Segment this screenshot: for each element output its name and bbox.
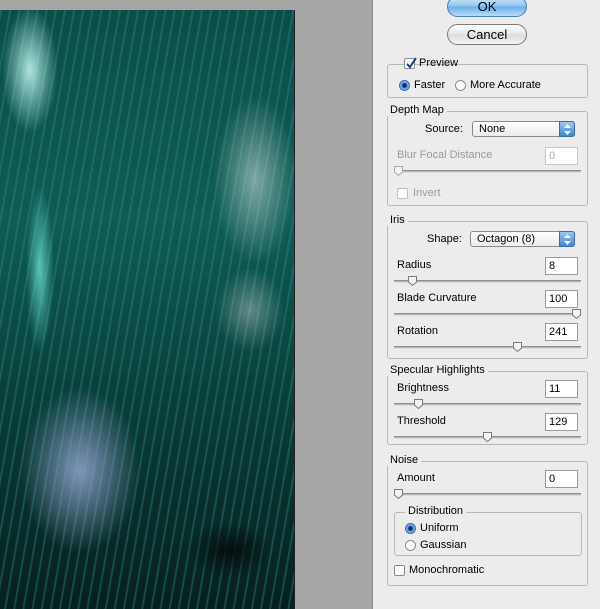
threshold-label: Threshold — [397, 415, 446, 427]
shape-select-value: Octagon (8) — [477, 233, 536, 245]
radius-slider[interactable] — [394, 276, 581, 286]
blur-focal-thumb[interactable] — [394, 166, 403, 176]
lens-blur-panel: OK Cancel Preview Faster More Accurate D… — [372, 0, 600, 609]
radius-field[interactable]: 8 — [545, 257, 578, 275]
shape-select[interactable]: Octagon (8) — [470, 231, 575, 247]
invert-checkbox[interactable] — [397, 188, 408, 199]
cancel-button[interactable]: Cancel — [447, 24, 527, 45]
gaussian-radio[interactable] — [405, 540, 416, 551]
blade-curvature-label: Blade Curvature — [397, 292, 477, 304]
amount-thumb[interactable] — [394, 489, 403, 499]
blur-focal-slider[interactable] — [394, 166, 581, 176]
preview-checkbox[interactable] — [404, 57, 417, 69]
brightness-label: Brightness — [397, 382, 449, 394]
slider-thumb-icon — [483, 432, 492, 442]
invert-label: Invert — [413, 187, 441, 199]
brightness-slider[interactable] — [394, 399, 581, 409]
uniform-label: Uniform — [420, 522, 459, 534]
preview-canvas[interactable] — [0, 0, 372, 609]
radius-thumb[interactable] — [408, 276, 417, 286]
gaussian-label: Gaussian — [420, 539, 467, 551]
radius-label: Radius — [397, 259, 432, 271]
brightness-thumb[interactable] — [414, 399, 423, 409]
slider-thumb-icon — [414, 399, 423, 409]
blade-curvature-field[interactable]: 100 — [545, 290, 578, 308]
uniform-radio[interactable] — [405, 523, 416, 534]
depth-map-title: Depth Map — [387, 104, 447, 116]
source-select[interactable]: None — [472, 121, 575, 137]
distribution-title: Distribution — [405, 505, 467, 517]
noise-title: Noise — [387, 454, 422, 466]
updown-arrow-icon — [559, 231, 575, 247]
blur-focal-field[interactable]: 0 — [545, 147, 578, 165]
rotation-slider[interactable] — [394, 342, 581, 352]
shape-label: Shape: — [427, 233, 462, 245]
slider-thumb-icon — [394, 489, 403, 499]
blur-focal-label: Blur Focal Distance — [397, 149, 493, 161]
updown-arrow-icon — [559, 121, 575, 137]
brightness-field[interactable]: 11 — [545, 380, 578, 398]
monochromatic-checkbox[interactable] — [394, 565, 405, 576]
preview-label: Preview — [419, 57, 459, 69]
amount-field[interactable]: 0 — [545, 470, 578, 488]
rotation-field[interactable]: 241 — [545, 323, 578, 341]
rotation-thumb[interactable] — [513, 342, 522, 352]
slider-thumb-icon — [513, 342, 522, 352]
slider-thumb-icon — [572, 309, 581, 319]
slider-thumb-icon — [394, 166, 403, 176]
threshold-field[interactable]: 129 — [545, 413, 578, 431]
checkmark-icon — [406, 57, 417, 69]
monochromatic-label: Monochromatic — [409, 564, 485, 576]
rotation-label: Rotation — [397, 325, 438, 337]
amount-slider[interactable] — [394, 489, 581, 499]
specular-title: Specular Highlights — [387, 364, 488, 376]
blade-curvature-thumb[interactable] — [572, 309, 581, 319]
amount-label: Amount — [397, 472, 435, 484]
blade-curvature-slider[interactable] — [394, 309, 581, 319]
threshold-thumb[interactable] — [483, 432, 492, 442]
iris-title: Iris — [387, 214, 408, 226]
faster-radio[interactable] — [399, 80, 410, 91]
more-accurate-label: More Accurate — [470, 79, 541, 91]
preview-image[interactable] — [0, 10, 295, 609]
more-accurate-radio[interactable] — [455, 80, 466, 91]
ok-button[interactable]: OK — [447, 0, 527, 17]
source-select-value: None — [479, 123, 506, 135]
slider-thumb-icon — [408, 276, 417, 286]
source-label: Source: — [425, 123, 463, 135]
faster-label: Faster — [414, 79, 446, 91]
threshold-slider[interactable] — [394, 432, 581, 442]
